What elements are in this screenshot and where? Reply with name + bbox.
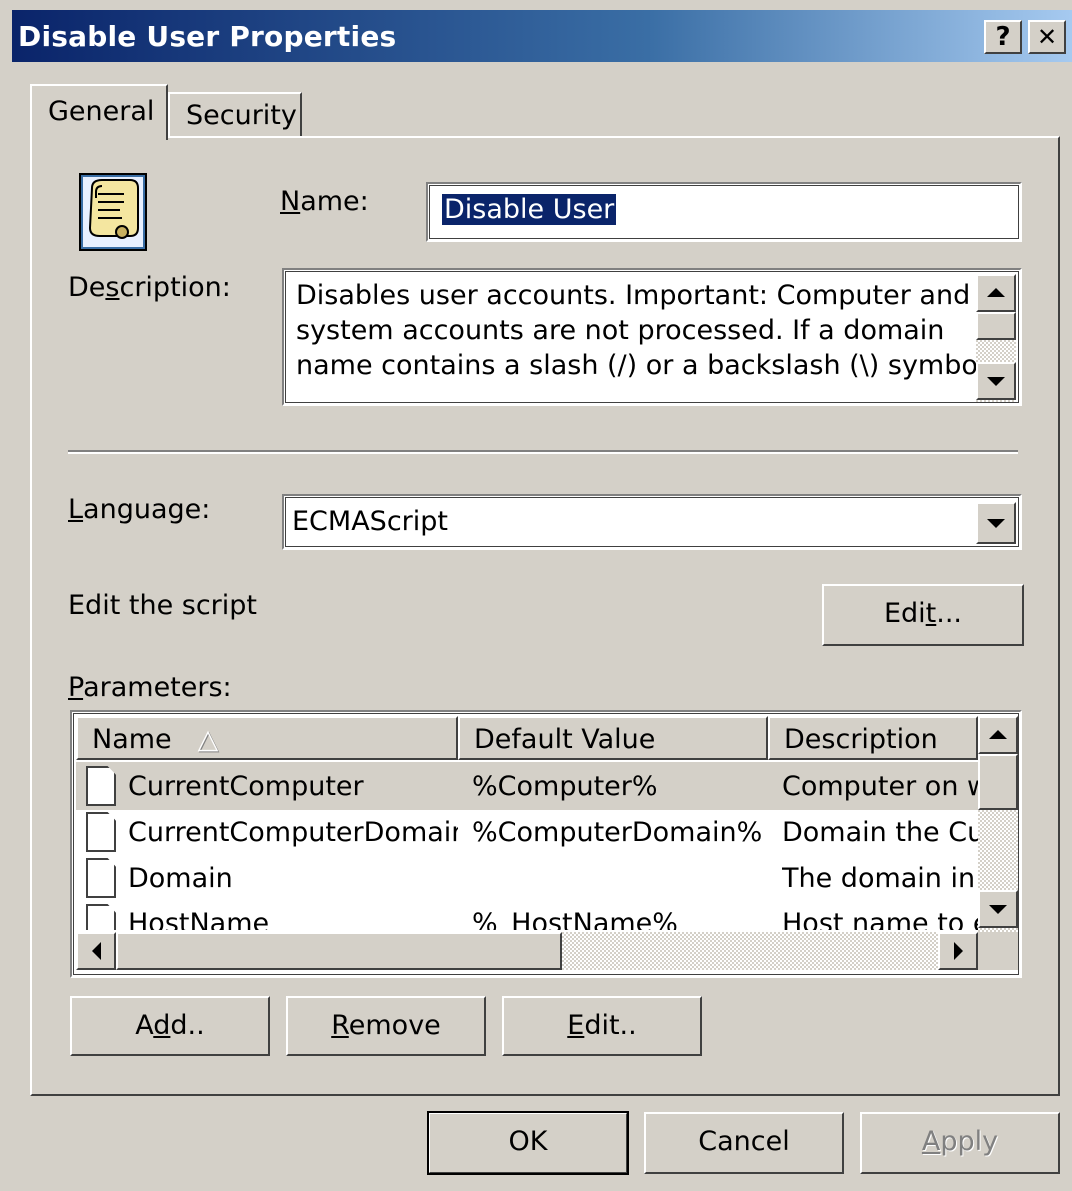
- row-name: CurrentComputer: [128, 771, 364, 802]
- table-row[interactable]: CurrentComputerDomain %ComputerDomain% D…: [76, 810, 978, 856]
- column-header-default-value[interactable]: Default Value: [458, 716, 768, 760]
- cancel-button[interactable]: Cancel: [644, 1112, 844, 1174]
- column-header-description[interactable]: Description: [768, 716, 978, 760]
- add-parameter-button[interactable]: Add..: [70, 996, 270, 1056]
- table-row[interactable]: CurrentComputer %Computer% Computer on w: [76, 762, 978, 810]
- edit-script-button[interactable]: Edit...: [822, 584, 1024, 646]
- script-icon: [78, 172, 148, 252]
- language-label: Language:: [68, 494, 211, 525]
- description-text: Disables user accounts. Important: Compu…: [296, 280, 994, 381]
- tab-security[interactable]: Security: [168, 92, 302, 138]
- row-description: Host name to e: [782, 908, 978, 930]
- row-description: The domain in w: [782, 863, 978, 894]
- column-header-name[interactable]: Name △: [76, 716, 458, 760]
- ok-button[interactable]: OK: [427, 1111, 629, 1175]
- description-scroll-down[interactable]: [976, 362, 1016, 400]
- parameters-scroll-left[interactable]: [76, 932, 116, 970]
- parameters-scroll-up[interactable]: [978, 716, 1018, 754]
- document-icon: [86, 766, 116, 806]
- description-field[interactable]: Disables user accounts. Important: Compu…: [282, 268, 1022, 406]
- document-icon: [86, 812, 116, 852]
- close-icon: ✕: [1036, 23, 1058, 51]
- sort-ascending-icon: △: [197, 724, 219, 755]
- parameters-label: Parameters:: [68, 672, 232, 703]
- row-name: HostName: [128, 908, 270, 930]
- chevron-down-icon: [987, 519, 1005, 528]
- language-dropdown-button[interactable]: [976, 502, 1016, 544]
- row-default: %_HostName%: [472, 908, 678, 930]
- parameters-scroll-down[interactable]: [978, 890, 1018, 928]
- row-description: Domain the Cur: [782, 817, 978, 848]
- parameters-hscroll-thumb[interactable]: [116, 932, 562, 970]
- row-name: CurrentComputerDomain: [128, 817, 458, 848]
- parameters-vscroll-thumb[interactable]: [978, 754, 1018, 810]
- language-value: ECMAScript: [292, 506, 448, 537]
- edit-parameter-button[interactable]: Edit..: [502, 996, 702, 1056]
- row-description: Computer on w: [782, 771, 978, 802]
- document-icon: [86, 904, 116, 930]
- description-scroll-up[interactable]: [976, 274, 1016, 312]
- language-select[interactable]: ECMAScript: [282, 494, 1022, 550]
- parameters-scroll-right[interactable]: [938, 932, 978, 970]
- help-button[interactable]: ?: [984, 20, 1022, 54]
- name-field[interactable]: Disable User: [426, 182, 1022, 242]
- arrow-down-icon: [989, 905, 1007, 914]
- row-name: Domain: [128, 863, 233, 894]
- tab-general[interactable]: General: [30, 84, 168, 140]
- document-icon: [86, 858, 116, 898]
- table-row[interactable]: HostName %_HostName% Host name to e: [76, 902, 978, 930]
- help-icon: ?: [995, 22, 1011, 52]
- separator: [68, 450, 1018, 454]
- name-value: Disable User: [442, 194, 617, 225]
- edit-script-label: Edit the script: [68, 590, 257, 621]
- row-default: %ComputerDomain%: [472, 817, 762, 848]
- arrow-up-icon: [989, 730, 1007, 739]
- table-row[interactable]: Domain The domain in w: [76, 856, 978, 902]
- arrow-right-icon: [953, 942, 963, 960]
- close-button[interactable]: ✕: [1028, 20, 1066, 54]
- description-scroll-thumb[interactable]: [976, 312, 1016, 340]
- remove-parameter-button[interactable]: Remove: [286, 996, 486, 1056]
- scroll-corner: [978, 932, 1018, 970]
- parameters-list[interactable]: Name △ Default Value Description CurrentC…: [70, 710, 1022, 978]
- row-default: %Computer%: [472, 771, 658, 802]
- window-title: Disable User Properties: [18, 20, 397, 53]
- arrow-down-icon: [987, 377, 1005, 386]
- description-label: Description:: [68, 272, 231, 303]
- arrow-up-icon: [987, 288, 1005, 297]
- arrow-left-icon: [91, 942, 101, 960]
- apply-button[interactable]: Apply: [860, 1112, 1060, 1174]
- name-label: Name:: [280, 186, 369, 217]
